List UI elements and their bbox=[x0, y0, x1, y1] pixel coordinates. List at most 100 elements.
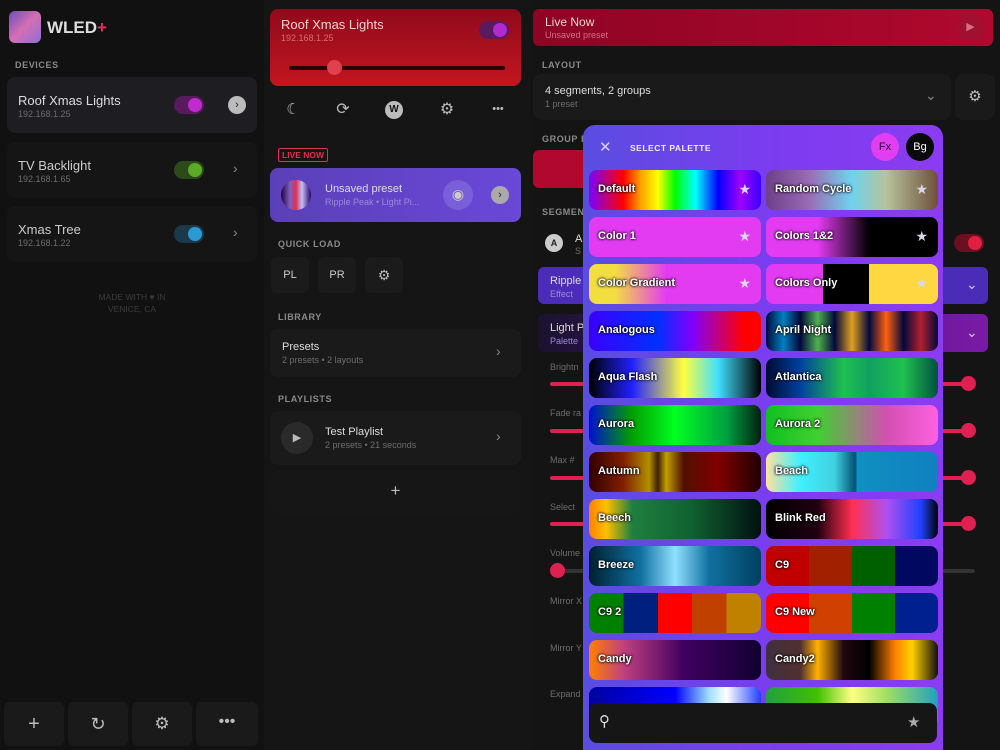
library-label: LIBRARY bbox=[278, 312, 322, 322]
bg-button[interactable]: Bg bbox=[906, 133, 934, 161]
app-logo bbox=[9, 11, 41, 43]
palette-name: Aurora 2 bbox=[775, 418, 821, 430]
add-button[interactable]: + bbox=[270, 470, 521, 514]
palette-option[interactable]: Aqua Flash bbox=[589, 358, 761, 398]
power-toggle[interactable] bbox=[174, 225, 204, 243]
palette-name: Candy2 bbox=[775, 653, 815, 665]
gear-icon[interactable]: ⚙ bbox=[435, 99, 459, 119]
star-icon[interactable]: ★ bbox=[738, 181, 751, 198]
preset-thumbnail bbox=[281, 180, 311, 210]
sync-icon[interactable]: ⟳ bbox=[331, 99, 355, 119]
wled-icon[interactable]: W bbox=[385, 101, 403, 119]
palette-option[interactable]: Autumn bbox=[589, 452, 761, 492]
play-icon[interactable]: ▶ bbox=[957, 14, 984, 41]
quick-load-pr[interactable]: PR bbox=[318, 257, 356, 293]
palette-option[interactable]: Aurora 2 bbox=[766, 405, 938, 445]
palette-option[interactable]: Analogous bbox=[589, 311, 761, 351]
chevron-right-icon[interactable]: › bbox=[233, 160, 238, 176]
brightness-knob[interactable] bbox=[327, 60, 342, 75]
search-input[interactable] bbox=[623, 711, 893, 735]
moon-icon[interactable]: ☾ bbox=[281, 100, 305, 118]
star-icon[interactable]: ★ bbox=[915, 181, 928, 198]
live-preset-card[interactable]: Unsaved preset Ripple Peak • Light Pi...… bbox=[270, 168, 521, 222]
star-filter-icon[interactable]: ★ bbox=[907, 713, 920, 731]
palette-name: Atlantica bbox=[775, 371, 822, 383]
close-icon[interactable]: ✕ bbox=[599, 138, 612, 156]
brightness-slider[interactable] bbox=[289, 66, 505, 70]
palette-option[interactable]: Colors Only ★ bbox=[766, 264, 938, 304]
slider-knob[interactable] bbox=[961, 516, 976, 531]
palette-option[interactable]: Beach bbox=[766, 452, 938, 492]
power-toggle[interactable] bbox=[479, 21, 509, 39]
playlists-label: PLAYLISTS bbox=[278, 394, 333, 404]
refresh-icon[interactable]: ↻ bbox=[68, 702, 128, 746]
power-toggle[interactable] bbox=[174, 96, 204, 114]
palette-option[interactable]: April Night bbox=[766, 311, 938, 351]
palette-name: April Night bbox=[775, 324, 832, 336]
star-icon[interactable]: ★ bbox=[738, 275, 751, 292]
live-now-title: Live Now bbox=[545, 15, 595, 29]
palette-option[interactable]: Color 1 ★ bbox=[589, 217, 761, 257]
device-header: Roof Xmas Lights 192.168.1.25 bbox=[270, 9, 521, 86]
arrow-right-icon[interactable]: › bbox=[228, 96, 246, 114]
palette-name: Beach bbox=[775, 465, 809, 477]
device-card-tree[interactable]: Xmas Tree 192.168.1.22 › bbox=[7, 206, 257, 262]
palette-option[interactable]: C9 2 bbox=[589, 593, 761, 633]
palette-option[interactable]: Breeze bbox=[589, 546, 761, 586]
fx-button[interactable]: Fx bbox=[871, 133, 899, 161]
star-icon[interactable]: ★ bbox=[738, 228, 751, 245]
slider-knob[interactable] bbox=[961, 470, 976, 485]
palette-option[interactable]: Beech bbox=[589, 499, 761, 539]
star-icon[interactable]: ★ bbox=[915, 228, 928, 245]
search-bar[interactable]: ⚲ ★ bbox=[589, 703, 937, 743]
palette-option[interactable]: Candy2 bbox=[766, 640, 938, 680]
slider-knob[interactable] bbox=[550, 563, 565, 578]
param-label: Fade ra bbox=[550, 408, 582, 418]
palette-option[interactable]: Colors 1&2 ★ bbox=[766, 217, 938, 257]
play-icon[interactable]: ▶ bbox=[281, 422, 313, 454]
segment-toggle[interactable] bbox=[954, 234, 984, 252]
palette-option[interactable]: Aurora bbox=[589, 405, 761, 445]
chevron-down-icon[interactable]: ⌄ bbox=[966, 276, 978, 293]
device-card-roof[interactable]: Roof Xmas Lights 192.168.1.25 › bbox=[7, 77, 257, 133]
gear-icon[interactable]: ⚙ bbox=[132, 702, 192, 746]
palette-option[interactable]: C9 bbox=[766, 546, 938, 586]
palette-sub: Palette bbox=[550, 336, 579, 346]
palette-option[interactable]: Blink Red bbox=[766, 499, 938, 539]
palette-option[interactable]: C9 New bbox=[766, 593, 938, 633]
more-icon[interactable]: ••• bbox=[196, 702, 258, 746]
chevron-right-icon[interactable]: › bbox=[496, 343, 501, 359]
palette-option[interactable]: Candy bbox=[589, 640, 761, 680]
live-preset-title: Unsaved preset bbox=[325, 183, 403, 195]
sidebar-footer: + ↻ ⚙ ••• bbox=[0, 700, 264, 750]
chevron-down-icon[interactable]: ⌄ bbox=[925, 87, 937, 104]
palette-name: Beech bbox=[598, 512, 632, 524]
more-icon[interactable]: ••• bbox=[486, 103, 510, 115]
device-name: TV Backlight bbox=[18, 158, 91, 173]
playlist-card[interactable]: ▶ Test Playlist 2 presets • 21 seconds › bbox=[270, 411, 521, 465]
select-palette-modal: ✕ SELECT PALETTE Fx Bg Default ★ Random Cy… bbox=[583, 125, 943, 750]
plus-icon[interactable]: + bbox=[4, 702, 64, 746]
palette-option[interactable]: Atlantica bbox=[766, 358, 938, 398]
layout-settings-icon[interactable]: ⚙ bbox=[955, 74, 995, 120]
layout-card[interactable]: 4 segments, 2 groups 1 preset ⌄ bbox=[533, 74, 951, 120]
arrow-right-icon[interactable]: › bbox=[491, 186, 509, 204]
power-toggle[interactable] bbox=[174, 161, 204, 179]
segment-sub: S bbox=[575, 246, 582, 256]
chevron-down-icon[interactable]: ⌄ bbox=[966, 324, 978, 341]
chevron-right-icon[interactable]: › bbox=[496, 428, 501, 444]
star-icon[interactable]: ★ bbox=[915, 275, 928, 292]
palette-option[interactable]: Random Cycle ★ bbox=[766, 170, 938, 210]
slider-knob[interactable] bbox=[961, 376, 976, 391]
eye-icon[interactable]: ◉ bbox=[443, 180, 473, 210]
palette-name: Color 1 bbox=[598, 230, 636, 242]
quick-load-pl[interactable]: PL bbox=[271, 257, 309, 293]
slider-knob[interactable] bbox=[961, 423, 976, 438]
quick-load-settings-icon[interactable]: ⚙ bbox=[365, 257, 403, 293]
library-presets[interactable]: Presets 2 presets • 2 layouts › bbox=[270, 329, 521, 377]
layout-subtitle: 1 preset bbox=[545, 99, 578, 109]
device-card-tv[interactable]: TV Backlight 192.168.1.65 › bbox=[7, 142, 257, 198]
chevron-right-icon[interactable]: › bbox=[233, 224, 238, 240]
palette-option[interactable]: Color Gradient ★ bbox=[589, 264, 761, 304]
palette-option[interactable]: Default ★ bbox=[589, 170, 761, 210]
